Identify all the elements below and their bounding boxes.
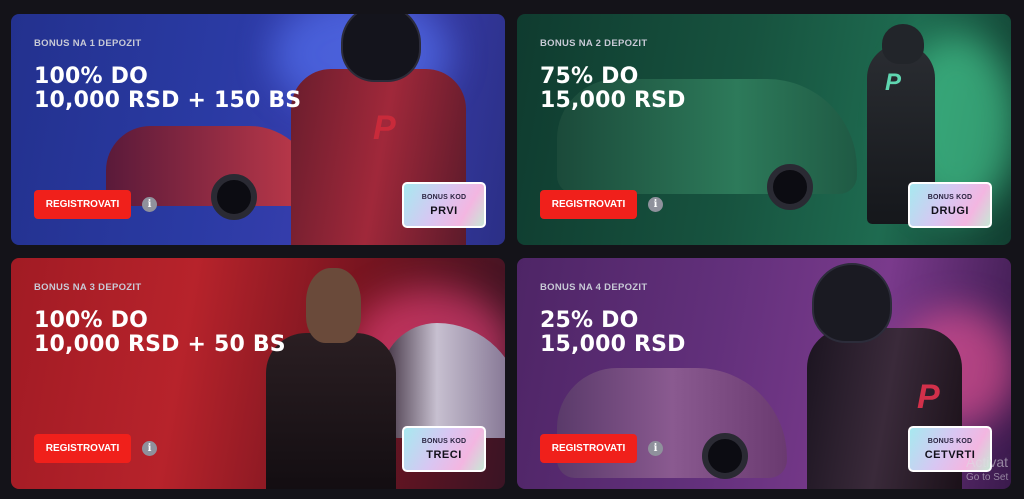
brand-logo: P — [917, 378, 940, 416]
card-headline: 100% DO 10,000 RSD + 50 BS — [34, 309, 286, 357]
bonus-code-value: DRUGI — [931, 204, 969, 217]
watermark-line-1: Activat — [966, 454, 1009, 470]
card-label: BONUS NA 3 DEPOZIT — [34, 282, 142, 293]
brand-logo: P — [373, 109, 396, 147]
bonus-code-value: PRVI — [430, 204, 458, 217]
bonus-card-2: P BONUS NA 2 DEPOZIT 75% DO 15,000 RSD R… — [517, 14, 1011, 245]
info-icon[interactable]: i — [648, 441, 663, 456]
bonus-code-value: TRECI — [426, 448, 462, 461]
info-icon[interactable]: i — [142, 197, 157, 212]
bonus-card-1: P BONUS NA 1 DEPOZIT 100% DO 10,000 RSD … — [11, 14, 505, 245]
card-label: BONUS NA 1 DEPOZIT — [34, 38, 142, 49]
headline-line-1: 100% DO — [34, 308, 148, 333]
register-button[interactable]: REGISTROVATI — [540, 190, 637, 219]
bonus-code-box[interactable]: BONUS KOD TRECI — [402, 426, 486, 472]
bonus-code-title: BONUS KOD — [927, 437, 973, 445]
os-activation-watermark: Activat Go to Set — [966, 454, 1008, 486]
register-button[interactable]: REGISTROVATI — [34, 434, 131, 463]
card-label: BONUS NA 2 DEPOZIT — [540, 38, 648, 49]
info-icon[interactable]: i — [648, 197, 663, 212]
headline-line-1: 100% DO — [34, 64, 148, 89]
brand-logo: P — [885, 69, 902, 96]
bonus-card-4: P BONUS NA 4 DEPOZIT 25% DO 15,000 RSD R… — [517, 258, 1011, 489]
bonus-code-title: BONUS KOD — [927, 193, 973, 201]
card-label: BONUS NA 4 DEPOZIT — [540, 282, 648, 293]
headline-line-1: 75% DO — [540, 64, 639, 89]
bonus-code-title: BONUS KOD — [421, 193, 467, 201]
bonus-code-box[interactable]: BONUS KOD PRVI — [402, 182, 486, 228]
watermark-line-2: Go to Set — [966, 472, 1009, 483]
headline-line-2: 10,000 RSD + 150 BS — [34, 88, 302, 113]
bonus-card-3: BONUS NA 3 DEPOZIT 100% DO 10,000 RSD + … — [11, 258, 505, 489]
register-button[interactable]: REGISTROVATI — [540, 434, 637, 463]
card-headline: 25% DO 15,000 RSD — [540, 309, 686, 357]
card-headline: 100% DO 10,000 RSD + 150 BS — [34, 65, 301, 113]
headline-line-2: 10,000 RSD + 50 BS — [34, 332, 286, 357]
register-button[interactable]: REGISTROVATI — [34, 190, 131, 219]
headline-line-2: 15,000 RSD — [540, 88, 686, 113]
info-icon[interactable]: i — [142, 441, 157, 456]
headline-line-2: 15,000 RSD — [540, 332, 686, 357]
bonus-code-title: BONUS KOD — [421, 437, 467, 445]
headline-line-1: 25% DO — [540, 308, 639, 333]
bonus-grid: P BONUS NA 1 DEPOZIT 100% DO 10,000 RSD … — [0, 0, 1024, 499]
bonus-code-box[interactable]: BONUS KOD DRUGI — [908, 182, 992, 228]
card-headline: 75% DO 15,000 RSD — [540, 65, 686, 113]
